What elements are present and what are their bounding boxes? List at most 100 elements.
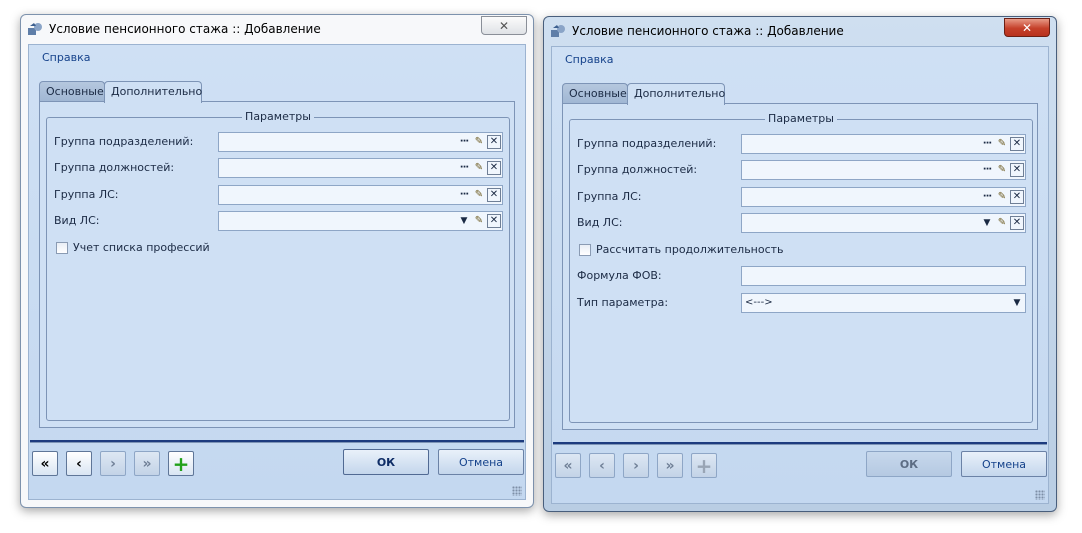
close-icon: ✕ [1021,20,1033,35]
field-row-subdivision-group: Группа подразделений: ··· ✎ ✕ [47,132,511,152]
field-row-position-group: Группа должностей: ··· ✎ ✕ [570,160,1034,180]
double-chevron-right-icon: » [665,457,675,474]
pencil-icon[interactable]: ✎ [995,190,1009,204]
field-row-ls-type: Вид ЛС: ▼ ✎ ✕ [47,211,511,231]
close-icon[interactable]: ✕ [487,161,501,175]
triangle-down-icon[interactable]: ▼ [457,214,471,228]
field-row-ls-group: Группа ЛС: ··· ✎ ✕ [47,185,511,205]
cancel-button[interactable]: Отмена [438,449,524,475]
parameters-groupbox: Параметры Группа подразделений: ··· ✎ ✕ [46,110,511,421]
ok-button[interactable]: ОК [343,449,429,475]
field-label: Формула ФОВ: [577,269,662,282]
close-icon[interactable]: ✕ [1010,163,1024,177]
profession-list-checkbox[interactable] [56,241,68,254]
ls-group-input[interactable]: ··· ✎ ✕ [218,185,503,205]
pencil-icon[interactable]: ✎ [472,188,486,202]
triangle-down-icon[interactable]: ▼ [1010,296,1024,310]
ellipsis-icon[interactable]: ··· [457,188,471,202]
param-type-select[interactable]: <---> ▼ [741,293,1026,313]
title-bar[interactable]: Условие пенсионного стажа :: Добавление … [21,15,533,43]
calc-duration-checkbox[interactable] [579,243,591,256]
tab-additional[interactable]: Дополнительно [104,81,202,103]
double-chevron-right-icon: » [142,455,152,472]
app-icon [551,25,565,37]
chevron-right-icon: › [633,457,639,474]
tab-main[interactable]: Основные [562,83,628,104]
footer-separator [30,440,524,443]
resize-grip[interactable] [512,486,522,496]
pencil-icon[interactable]: ✎ [472,161,486,175]
close-icon[interactable]: ✕ [487,188,501,202]
app-icon [28,23,42,35]
field-row-ls-type: Вид ЛС: ▼ ✎ ✕ [570,213,1034,233]
ellipsis-icon[interactable]: ··· [980,190,994,204]
title-bar[interactable]: Условие пенсионного стажа :: Добавление … [544,17,1056,45]
footer-separator [553,442,1047,445]
close-icon[interactable]: ✕ [1010,137,1024,151]
field-label: Группа подразделений: [54,135,194,148]
next-record-button[interactable]: › [100,451,126,476]
pencil-icon[interactable]: ✎ [472,214,486,228]
window-title: Условие пенсионного стажа :: Добавление [572,24,844,38]
ellipsis-icon[interactable]: ··· [457,161,471,175]
first-record-button[interactable]: « [32,451,58,476]
tab-page-additional: Параметры Группа подразделений: ··· ✎ ✕ [562,103,1038,430]
resize-grip[interactable] [1035,490,1045,500]
position-group-input[interactable]: ··· ✎ ✕ [218,158,503,178]
ls-type-select[interactable]: ▼ ✎ ✕ [741,213,1026,233]
ls-group-input[interactable]: ··· ✎ ✕ [741,187,1026,207]
subdivision-group-input[interactable]: ··· ✎ ✕ [741,134,1026,154]
close-icon[interactable]: ✕ [1010,190,1024,204]
add-record-button[interactable]: + [691,453,717,478]
tab-additional[interactable]: Дополнительно [627,83,725,105]
next-record-button[interactable]: › [623,453,649,478]
field-label: Тип параметра: [577,296,669,309]
last-record-button[interactable]: » [134,451,160,476]
triangle-down-icon[interactable]: ▼ [980,216,994,230]
close-icon[interactable]: ✕ [487,214,501,228]
menu-item-help[interactable]: Справка [565,53,613,66]
dialog-window-1: Условие пенсионного стажа :: Добавление … [20,14,534,508]
close-button[interactable]: ✕ [1004,18,1050,37]
formula-input[interactable] [741,266,1026,286]
menu-item-help[interactable]: Справка [42,51,90,64]
ellipsis-icon[interactable]: ··· [980,137,994,151]
field-row-position-group: Группа должностей: ··· ✎ ✕ [47,158,511,178]
double-chevron-left-icon: « [563,457,573,474]
pencil-icon[interactable]: ✎ [995,163,1009,177]
field-label: Группа должностей: [577,163,698,176]
tab-main[interactable]: Основные [39,81,105,102]
pencil-icon[interactable]: ✎ [995,216,1009,230]
pencil-icon[interactable]: ✎ [995,137,1009,151]
field-label: Вид ЛС: [577,216,623,229]
ok-button[interactable]: ОК [866,451,952,477]
dialog-client-area: Справка Основные Дополнительно Параметры… [551,46,1049,504]
field-label: Группа ЛС: [577,190,642,203]
close-icon[interactable]: ✕ [1010,216,1024,230]
ls-type-select[interactable]: ▼ ✎ ✕ [218,211,503,231]
prev-record-button[interactable]: ‹ [66,451,92,476]
calc-duration-checkbox-row[interactable]: Рассчитать продолжительность [579,243,784,256]
cancel-button[interactable]: Отмена [961,451,1047,477]
field-row-param-type: Тип параметра: <---> ▼ [570,293,1034,313]
position-group-input[interactable]: ··· ✎ ✕ [741,160,1026,180]
ellipsis-icon[interactable]: ··· [457,135,471,149]
last-record-button[interactable]: » [657,453,683,478]
group-title: Параметры [765,112,837,125]
profession-list-checkbox-row[interactable]: Учет списка профессий [56,241,210,254]
subdivision-group-input[interactable]: ··· ✎ ✕ [218,132,503,152]
first-record-button[interactable]: « [555,453,581,478]
param-type-value: <---> [745,297,773,308]
dialog-client-area: Справка Основные Дополнительно Параметры… [28,44,526,500]
pencil-icon[interactable]: ✎ [472,135,486,149]
field-row-subdivision-group: Группа подразделений: ··· ✎ ✕ [570,134,1034,154]
checkbox-label: Рассчитать продолжительность [596,243,784,256]
parameters-groupbox: Параметры Группа подразделений: ··· ✎ ✕ [569,112,1034,423]
add-record-button[interactable]: + [168,451,194,476]
ellipsis-icon[interactable]: ··· [980,163,994,177]
close-icon[interactable]: ✕ [487,135,501,149]
prev-record-button[interactable]: ‹ [589,453,615,478]
plus-icon: + [695,453,713,478]
close-button[interactable]: ✕ [481,16,527,35]
dialog-window-2: Условие пенсионного стажа :: Добавление … [543,16,1057,512]
